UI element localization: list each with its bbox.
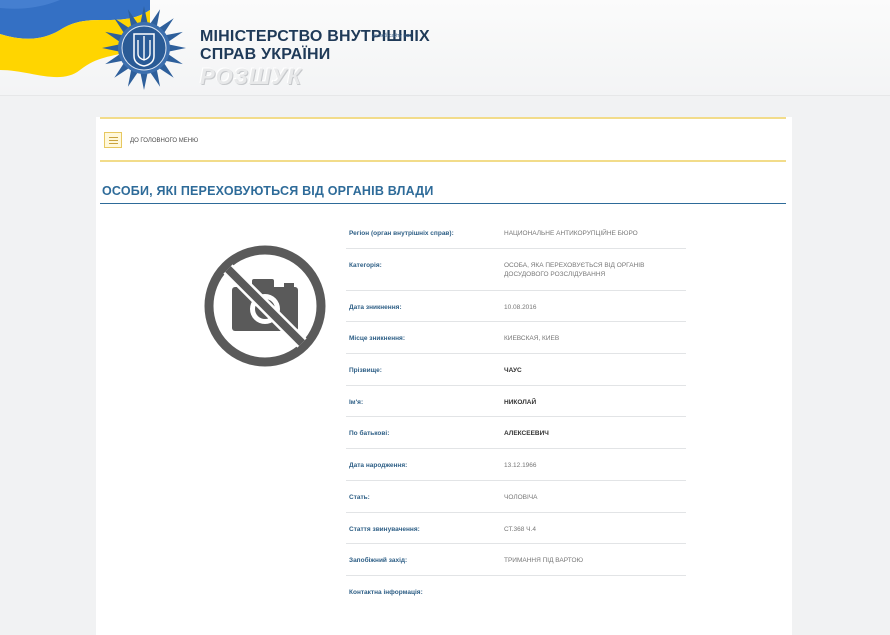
- main-menu-link[interactable]: До головного меню: [130, 138, 198, 144]
- content-panel: До головного меню Особи, які переховують…: [96, 117, 792, 635]
- detail-value: ЧОЛОВІЧА: [504, 493, 538, 501]
- detail-value: ЧАУС: [504, 367, 522, 375]
- detail-row-surname: Прізвище: ЧАУС: [346, 354, 686, 386]
- detail-value: ОСОБА, ЯКА ПЕРЕХОВУЄТЬСЯ ВІД ОРГАНІВ ДОС…: [504, 261, 645, 278]
- detail-label: По батькові:: [349, 430, 390, 438]
- detail-row-first-name: Ім'я: НИКОЛАЙ: [346, 386, 686, 418]
- detail-value: СТ.368 Ч.4: [504, 525, 536, 533]
- detail-label: Контактна інформація:: [349, 588, 423, 596]
- detail-value: НАЦИОНАЛЬНЕ АНТИКОРУПЦІЙНЕ БЮРО: [504, 230, 638, 237]
- detail-value: НИКОЛАЙ: [504, 398, 537, 406]
- detail-row-contact-info: Контактна інформація:: [346, 576, 686, 608]
- page-title: Особи, які переховуються від органів вла…: [102, 184, 434, 198]
- detail-label: Ім'я:: [349, 398, 364, 406]
- detail-row-preventive-measure: Запобіжний захід: ТРИМАННЯ ПІД ВАРТОЮ: [346, 544, 686, 576]
- detail-label: Запобіжний захід:: [349, 557, 408, 565]
- detail-value: КИЕВСКАЯ, КИЕВ: [504, 335, 560, 343]
- section-logo-text: РОЗШУК: [200, 64, 302, 89]
- detail-label: Дата зникнення:: [349, 303, 402, 311]
- menu-list-icon[interactable]: [104, 132, 122, 148]
- detail-value: ТРИМАННЯ ПІД ВАРТОЮ: [504, 557, 584, 565]
- detail-value: 13.12.1966: [504, 462, 537, 470]
- detail-label: Прізвище:: [349, 367, 382, 375]
- ministry-site-link[interactable]: до веб-сайту мвс: [372, 33, 412, 39]
- detail-row-sex: Стать: ЧОЛОВІЧА: [346, 481, 686, 513]
- detail-row-missing-place: Місце зникнення: КИЕВСКАЯ, КИЕВ: [346, 322, 686, 355]
- detail-label: Дата народження:: [349, 462, 408, 470]
- detail-row-birth-date: Дата народження: 13.12.1966: [346, 449, 686, 481]
- detail-row-charge: Стаття звинувачення: СТ.368 Ч.4: [346, 513, 686, 545]
- detail-label: Стаття звинувачення:: [349, 525, 420, 533]
- detail-row-category: Категорія: ОСОБА, ЯКА ПЕРЕХОВУЄТЬСЯ ВІД …: [346, 249, 686, 291]
- main-menu-bar: До головного меню: [100, 117, 786, 162]
- detail-row-patronymic: По батькові: АЛЕКСЕЕВИЧ: [346, 417, 686, 450]
- detail-value: АЛЕКСЕЕВИЧ: [504, 430, 549, 438]
- detail-row-missing-date: Дата зникнення: 10.08.2016: [346, 291, 686, 323]
- site-header: Міністерство внутрішніх справ України до…: [0, 0, 890, 96]
- title-divider: [100, 203, 786, 204]
- detail-label: Місце зникнення:: [349, 335, 406, 343]
- detail-value: 10.08.2016: [504, 303, 537, 311]
- mvs-emblem-icon[interactable]: [100, 4, 188, 92]
- detail-row-region: Регіон (орган внутрішніх справ): НАЦИОНА…: [346, 217, 686, 249]
- detail-label: Регіон (орган внутрішніх справ):: [349, 230, 454, 237]
- detail-label: Категорія:: [349, 261, 382, 269]
- person-details: Регіон (орган внутрішніх справ): НАЦИОНА…: [346, 217, 686, 608]
- no-photo-icon: [202, 243, 328, 369]
- detail-label: Стать:: [349, 493, 370, 501]
